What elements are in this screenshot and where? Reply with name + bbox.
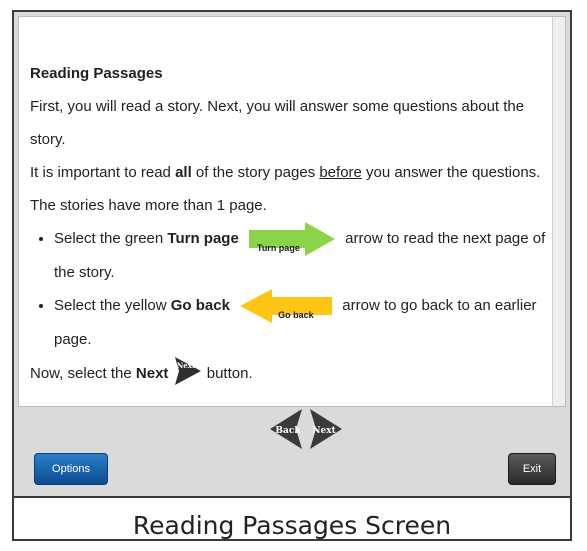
turn-page-arrow-icon: Turn page	[248, 222, 335, 257]
final-pre: Now, select the	[30, 365, 136, 383]
options-button[interactable]: Options	[34, 453, 108, 485]
go-back-arrow-icon: Go back	[240, 289, 333, 324]
final-bold: Next	[135, 365, 169, 383]
instruction-list: Select the green Turn page Turn page arr…	[30, 222, 550, 356]
list-item-go-back: Select the yellow Go back Go back arrow …	[54, 289, 550, 356]
paragraph-2-underline: before	[319, 164, 362, 181]
page-title: Reading Passages	[30, 65, 163, 82]
screen-caption: Reading Passages Screen	[132, 511, 452, 540]
screen-frame: Reading Passages First, you will read a …	[12, 10, 572, 541]
bullet-2-pre: Select the yellow	[54, 297, 171, 315]
app-window: Reading Passages First, you will read a …	[14, 12, 570, 498]
content-panel: Reading Passages First, you will read a …	[18, 16, 566, 407]
paragraph-2-bold: all	[175, 164, 192, 181]
bullet-1-bold: Turn page	[167, 230, 239, 247]
paragraph-1: First, you will read a story. Next, you …	[30, 98, 525, 148]
instructions-text: Reading Passages First, you will read a …	[30, 57, 550, 398]
turn-page-arrow-label: Turn page	[256, 243, 300, 254]
exit-button[interactable]: Exit	[508, 453, 556, 485]
list-item-turn-page: Select the green Turn page Turn page arr…	[54, 222, 550, 289]
scrollbar[interactable]	[552, 17, 565, 406]
paragraph-2-part-a: It is important to read	[30, 164, 176, 181]
bullet-2-bold: Go back	[170, 297, 230, 315]
paragraph-2-part-c: of the story pages	[191, 164, 320, 181]
final-instruction: Now, select the Next Next button.	[30, 356, 550, 398]
final-post: button.	[206, 365, 253, 383]
go-back-arrow-label: Go back	[278, 310, 314, 321]
bottom-toolbar: Options Exit	[18, 411, 566, 492]
paragraph-2: It is important to read all of the story…	[30, 156, 550, 222]
bullet-1-pre: Select the green	[54, 230, 168, 247]
next-inline-icon-label: Next	[176, 361, 195, 370]
next-inline-icon: Next	[173, 356, 203, 398]
